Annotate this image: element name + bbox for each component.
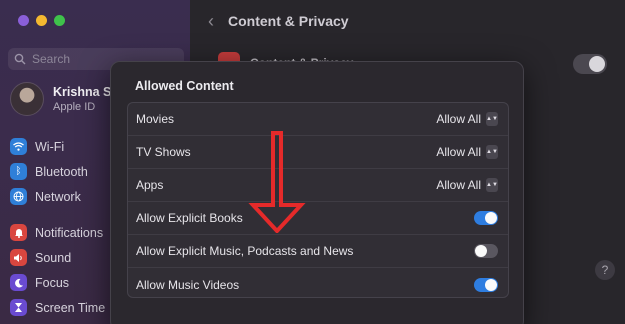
bluetooth-icon: ᛒ <box>10 163 27 180</box>
allowed-content-list: Movies Allow All ▲▼ TV Shows Allow All ▲… <box>127 102 509 298</box>
row-movies: Movies Allow All ▲▼ <box>128 103 508 136</box>
up-down-chevron-icon: ▲▼ <box>486 112 498 126</box>
hourglass-icon <box>10 299 27 316</box>
speaker-icon <box>10 249 27 266</box>
select-value: Allow All <box>436 178 481 192</box>
wifi-icon <box>10 138 27 155</box>
row-music-videos: Allow Music Videos <box>128 268 508 301</box>
sidebar-item-label: Wi-Fi <box>35 139 65 154</box>
explicit-books-toggle[interactable] <box>474 211 498 225</box>
page-title: Content & Privacy <box>228 13 349 29</box>
dialog-title: Allowed Content <box>135 79 234 93</box>
row-apps: Apps Allow All ▲▼ <box>128 169 508 202</box>
music-videos-toggle[interactable] <box>474 277 498 292</box>
sidebar-item-label: Sound <box>35 250 72 265</box>
row-tv-shows: TV Shows Allow All ▲▼ <box>128 136 508 169</box>
help-button[interactable]: ? <box>595 260 615 280</box>
bell-icon <box>10 224 27 241</box>
up-down-chevron-icon: ▲▼ <box>486 178 498 192</box>
profile-name: Krishna Si <box>53 85 115 99</box>
globe-icon <box>10 188 27 205</box>
select-value: Allow All <box>436 112 481 126</box>
content-privacy-toggle[interactable] <box>573 54 607 74</box>
moon-icon <box>10 274 27 291</box>
row-label: Apps <box>136 178 164 192</box>
sidebar-item-label: Screen Time <box>35 300 106 315</box>
row-label: Allow Explicit Books <box>136 211 243 225</box>
tv-shows-select[interactable]: Allow All ▲▼ <box>436 145 498 159</box>
row-label: TV Shows <box>136 145 191 159</box>
sidebar-item-label: Focus <box>35 275 70 290</box>
allowed-content-dialog: Allowed Content Movies Allow All ▲▼ TV S… <box>110 61 524 324</box>
window-controls <box>18 15 65 26</box>
sidebar-item-label: Network <box>35 189 81 204</box>
up-down-chevron-icon: ▲▼ <box>486 145 498 159</box>
apps-select[interactable]: Allow All ▲▼ <box>436 178 498 192</box>
search-placeholder: Search <box>32 52 71 66</box>
sidebar-item-label: Bluetooth <box>35 164 88 179</box>
profile-subtitle: Apple ID <box>53 101 96 113</box>
row-label: Movies <box>136 112 175 126</box>
explicit-music-toggle[interactable] <box>474 244 498 258</box>
row-label: Allow Explicit Music, Podcasts and News <box>136 244 354 258</box>
maximize-window-button[interactable] <box>54 15 65 26</box>
close-window-button[interactable] <box>18 15 29 26</box>
row-explicit-music: Allow Explicit Music, Podcasts and News <box>128 235 508 268</box>
row-label: Allow Music Videos <box>136 277 240 292</box>
select-value: Allow All <box>436 145 481 159</box>
page-header: ‹ Content & Privacy <box>208 12 349 30</box>
sidebar-item-label: Notifications <box>35 225 104 240</box>
row-explicit-books: Allow Explicit Books <box>128 202 508 235</box>
minimize-window-button[interactable] <box>36 15 47 26</box>
search-icon <box>14 53 26 65</box>
avatar <box>10 82 44 116</box>
apple-id-profile[interactable]: Krishna Si Apple ID <box>10 82 115 116</box>
back-chevron-icon[interactable]: ‹ <box>208 12 214 30</box>
movies-select[interactable]: Allow All ▲▼ <box>436 112 498 126</box>
